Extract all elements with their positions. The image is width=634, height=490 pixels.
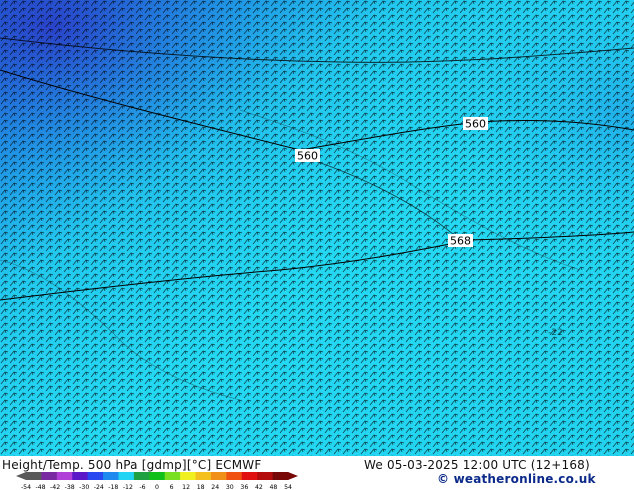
forecast-datetime: We 05-03-2025 12:00 UTC (12+168) (364, 458, 590, 472)
colorbar-tick-label: -6 (139, 484, 145, 490)
colorbar-tick-label: -24 (94, 484, 104, 490)
colorbar-tick-label: 6 (170, 484, 174, 490)
colorbar-swatch (180, 472, 197, 480)
colorbar-swatch (210, 472, 227, 480)
colorbar-swatch (164, 472, 181, 480)
colorbar-tick-label: 24 (211, 484, 219, 490)
colorbar-swatch (41, 472, 58, 480)
colorbar-tick-label: -12 (123, 484, 133, 490)
colorbar-tick-label: 18 (197, 484, 205, 490)
colorbar-tick-label: -42 (50, 484, 60, 490)
colorbar-swatch (241, 472, 258, 480)
colorbar-tick-label: -38 (65, 484, 75, 490)
colorbar-arrow-right (288, 472, 298, 480)
colorbar-tick-label: -30 (79, 484, 89, 490)
colorbar-tick-label: -18 (108, 484, 118, 490)
temperature-map: 560 560 568 -22 (0, 0, 634, 456)
contour-label: 568 (448, 234, 473, 248)
colorbar-tick-label: 48 (270, 484, 278, 490)
svg-text:560: 560 (465, 118, 486, 131)
colorbar-swatch (133, 472, 150, 480)
colorbar-swatch (26, 472, 42, 480)
colorbar-swatch (195, 472, 212, 480)
map-title: Height/Temp. 500 hPa [gdmp][°C] ECMWF (2, 458, 262, 472)
colorbar-tick-label: -54 (21, 484, 31, 490)
contour-label: 560 (463, 117, 488, 131)
colorbar-tick-label: 54 (284, 484, 292, 490)
colorbar-arrow-left (16, 472, 26, 480)
colorbar-swatch (56, 472, 73, 480)
colorbar-swatch (272, 472, 289, 480)
colorbar-swatch (226, 472, 243, 480)
colorbar-swatch (103, 472, 119, 480)
site-credit[interactable]: © weatheronline.co.uk (437, 472, 596, 486)
colorbar-tick-label: 36 (240, 484, 248, 490)
footer: Height/Temp. 500 hPa [gdmp][°C] ECMWF We… (0, 456, 634, 490)
contour-label: 560 (295, 149, 320, 163)
colorbar-swatch (87, 472, 104, 480)
colorbar: -54 -48 -42 -38 -30 -24 -18 -12 -6 0 6 12 18 24 30 36 42… (16, 472, 298, 490)
colorbar-tick-label: 0 (155, 484, 159, 490)
colorbar-swatch (118, 472, 135, 480)
svg-text:568: 568 (450, 235, 471, 248)
colorbar-tick-label: 12 (182, 484, 190, 490)
colorbar-swatch (257, 472, 274, 480)
colorbar-swatch (149, 472, 166, 480)
colorbar-swatch (72, 472, 89, 480)
colorbar-tick-label: -48 (36, 484, 46, 490)
temperature-label: -22 (548, 328, 563, 338)
colorbar-tick-label: 30 (226, 484, 234, 490)
svg-text:560: 560 (297, 150, 318, 163)
colorbar-tick-label: 42 (255, 484, 263, 490)
